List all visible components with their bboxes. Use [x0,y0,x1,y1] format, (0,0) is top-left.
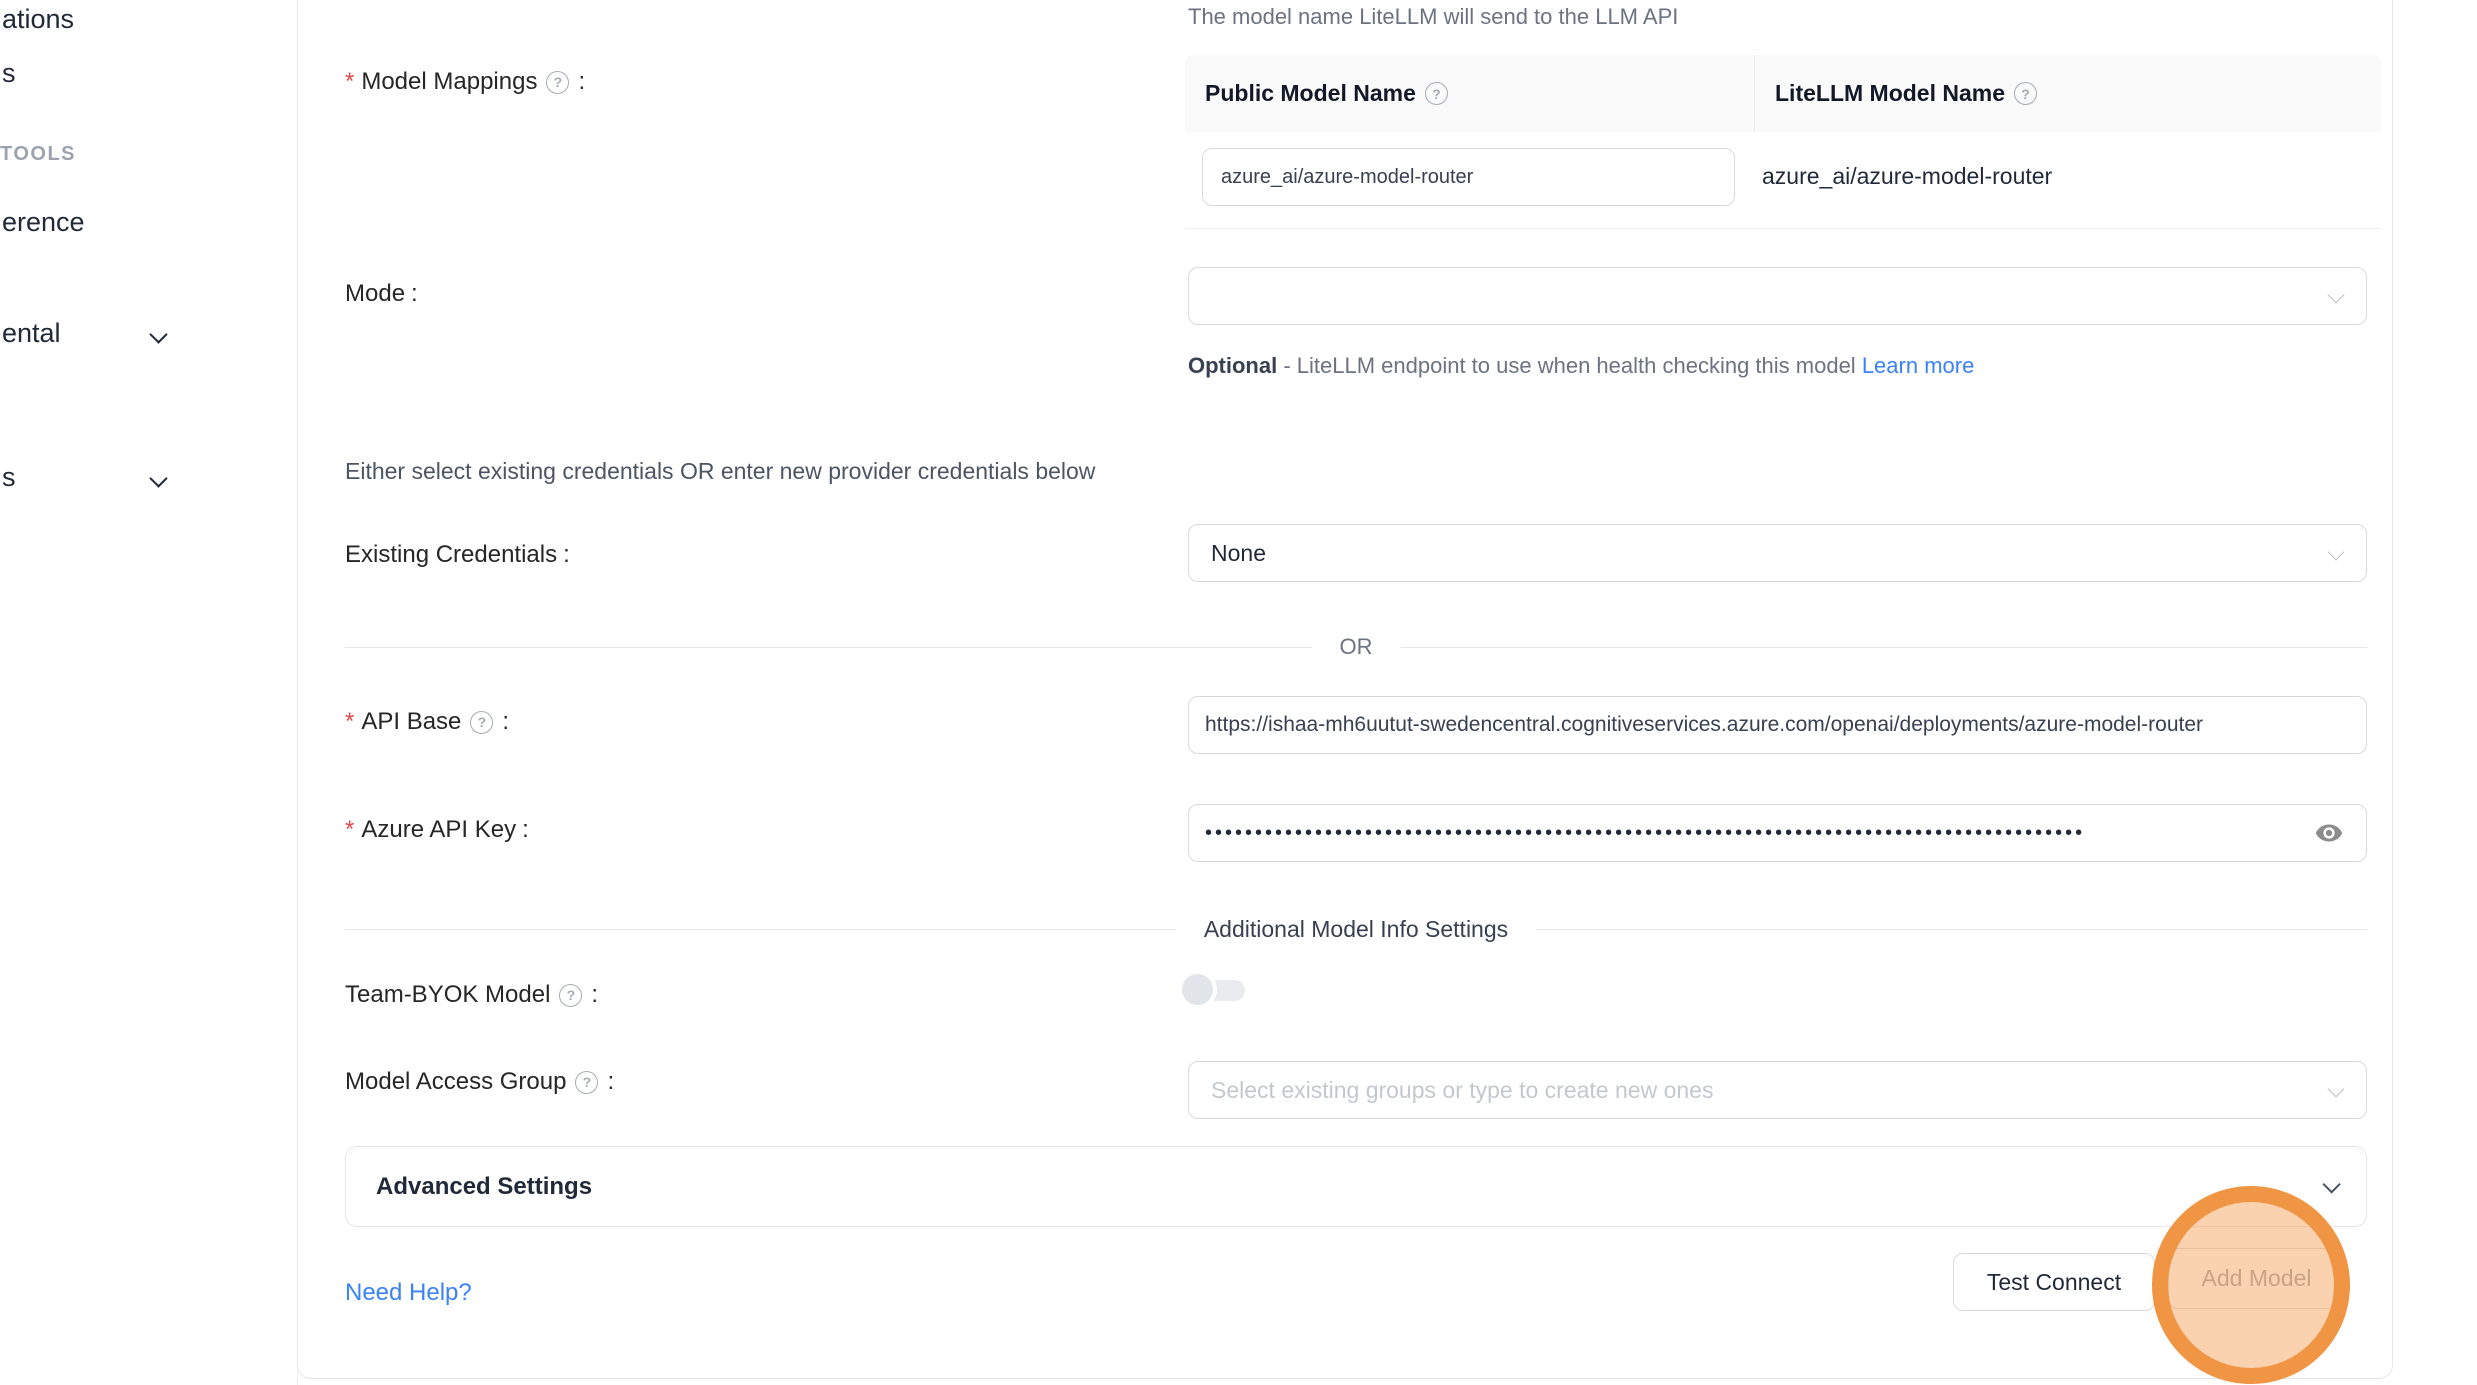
help-glyph: ? [1432,86,1441,102]
api-base-label: * API Base ? : [345,708,509,736]
eye-icon [2314,818,2344,848]
litellm-model-name-value: azure_ai/azure-model-router [1762,163,2052,190]
credentials-note: Either select existing credentials OR en… [345,458,1095,485]
mode-label: Mode : [345,280,418,308]
add-model-form-card: The model name LiteLLM will send to the … [297,0,2393,1379]
public-model-name-input[interactable] [1202,148,1735,206]
sidebar-item-organizations[interactable]: ations [2,4,74,35]
help-glyph: ? [583,1074,592,1090]
colon: : [578,68,585,96]
api-base-input[interactable] [1188,696,2367,754]
table-row: azure_ai/azure-model-router [1185,132,2381,228]
colon: : [607,1068,614,1096]
label-text: Azure API Key [361,816,516,844]
help-icon[interactable]: ? [546,71,569,94]
divider-line [1536,929,2367,930]
divider-line [345,647,1312,648]
advanced-settings-title: Advanced Settings [376,1173,592,1201]
label-text: Existing Credentials [345,541,557,569]
helper-body: - LiteLLM endpoint to use when health ch… [1277,353,1862,378]
or-divider: OR [345,632,2367,662]
sidebar-item[interactable]: s [2,58,16,89]
chevron-down-icon [2328,544,2345,561]
colon: : [563,541,570,569]
model-mappings-table: Public Model Name ? LiteLLM Model Name ?… [1185,55,2381,229]
label-text: Mode [345,280,405,308]
sidebar-item-experimental[interactable]: ental [2,318,61,349]
colon: : [522,816,529,844]
sidebar-item-label: ations [2,4,74,34]
team-byok-label: Team-BYOK Model ? : [345,981,598,1009]
toggle-password-visibility-icon[interactable] [2314,818,2344,848]
mode-helper-text: Optional - LiteLLM endpoint to use when … [1188,345,2012,387]
chevron-down-icon [149,469,167,487]
required-marker: * [345,708,354,736]
label-text: Model Mappings [361,68,537,96]
column-header-label: Public Model Name [1205,80,1416,107]
sidebar-item-inference[interactable]: erence [2,207,85,238]
mode-select[interactable] [1188,267,2367,325]
divider-line [1401,647,2368,648]
sidebar-item-label: ental [2,318,61,348]
model-mappings-label: * Model Mappings ? : [345,68,585,96]
divider-title: Additional Model Info Settings [1204,916,1508,943]
existing-credentials-select[interactable]: None [1188,524,2367,582]
model-name-helper: The model name LiteLLM will send to the … [1188,4,1678,30]
help-icon[interactable]: ? [2014,82,2037,105]
azure-api-key-input[interactable] [1188,804,2367,862]
colon: : [411,280,418,308]
column-header-litellm-model-name: LiteLLM Model Name ? [1755,80,2381,107]
sidebar-item-settings[interactable]: s [2,462,16,493]
help-glyph: ? [554,74,563,90]
column-header-label: LiteLLM Model Name [1775,80,2005,107]
azure-api-key-label: * Azure API Key : [345,816,529,844]
or-text: OR [1340,634,1373,660]
model-access-group-placeholder: Select existing groups or type to create… [1211,1077,1713,1104]
label-text: Model Access Group [345,1068,566,1096]
team-byok-toggle[interactable] [1182,974,1246,1006]
additional-settings-divider: Additional Model Info Settings [345,914,2367,944]
column-header-public-model-name: Public Model Name ? [1185,55,1755,132]
label-text: API Base [361,708,461,736]
required-marker: * [345,816,354,844]
help-icon[interactable]: ? [575,1071,598,1094]
chevron-down-icon [149,325,167,343]
sidebar-section-tools: TOOLS [0,143,76,166]
existing-credentials-label: Existing Credentials : [345,541,570,569]
label-text: Team-BYOK Model [345,981,550,1009]
table-header: Public Model Name ? LiteLLM Model Name ? [1185,55,2381,132]
sidebar: ations s TOOLS erence ental s [0,0,298,1385]
helper-bold: Optional [1188,353,1277,378]
model-access-group-select[interactable]: Select existing groups or type to create… [1188,1061,2367,1119]
model-access-group-label: Model Access Group ? : [345,1068,614,1096]
help-glyph: ? [478,714,487,730]
colon: : [502,708,509,736]
add-model-button[interactable]: Add Model [2168,1248,2345,1309]
chevron-down-icon [2328,1081,2345,1098]
test-connect-button[interactable]: Test Connect [1953,1253,2155,1311]
advanced-settings-panel[interactable]: Advanced Settings [345,1146,2367,1227]
divider-line [345,929,1176,930]
required-marker: * [345,68,354,96]
help-icon[interactable]: ? [559,984,582,1007]
help-icon[interactable]: ? [470,711,493,734]
sidebar-item-label: s [2,462,16,492]
help-icon[interactable]: ? [1425,82,1448,105]
need-help-link[interactable]: Need Help? [345,1279,472,1307]
help-glyph: ? [567,987,576,1003]
colon: : [591,981,598,1009]
learn-more-link[interactable]: Learn more [1862,353,1975,378]
toggle-handle [1182,974,1213,1005]
sidebar-item-label: s [2,58,16,88]
existing-credentials-value: None [1211,540,1266,567]
chevron-down-icon [2328,287,2345,304]
sidebar-item-label: erence [2,207,85,237]
help-glyph: ? [2021,86,2030,102]
chevron-down-icon [2322,1175,2340,1193]
